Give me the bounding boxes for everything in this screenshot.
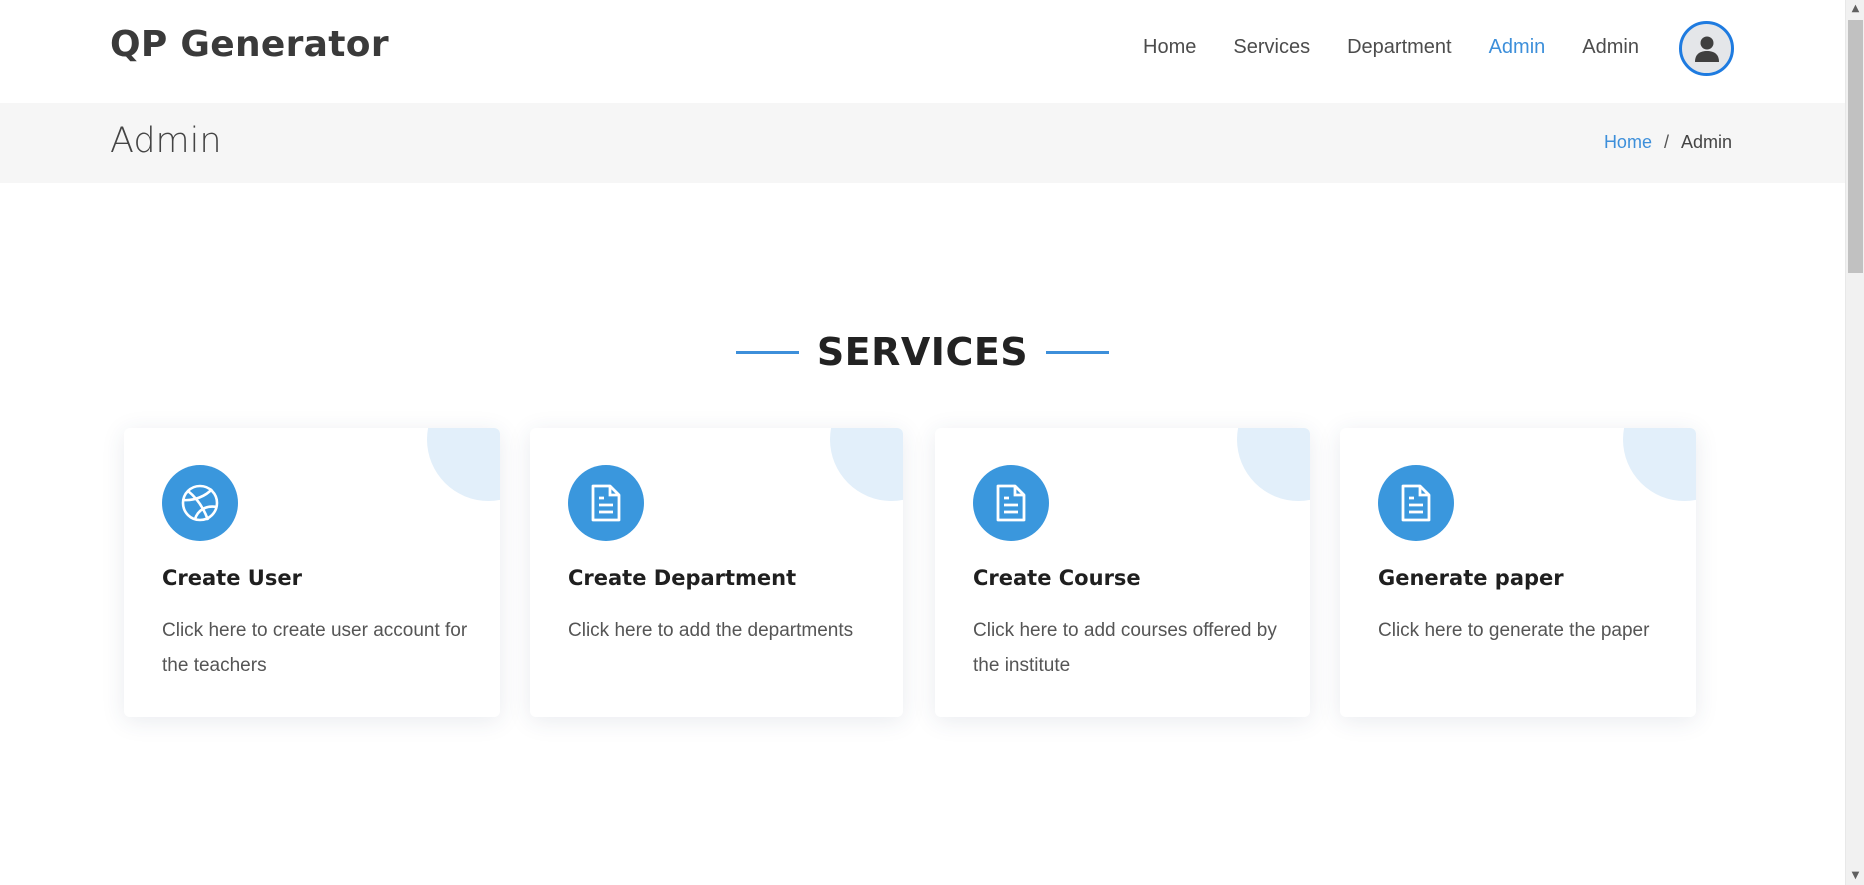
card-corner-decoration <box>1237 428 1310 501</box>
scroll-up-arrow-icon[interactable]: ▲ <box>1846 0 1864 18</box>
heading-line-left <box>735 350 799 354</box>
breadcrumb: Home / Admin <box>1604 132 1732 153</box>
page-scrollbar[interactable]: ▲ ▼ <box>1845 0 1864 885</box>
scrollbar-thumb[interactable] <box>1848 20 1863 273</box>
heading-line-right <box>1046 350 1110 354</box>
main-nav: Home Services Department Admin Admin <box>1106 36 1639 59</box>
document-icon <box>591 484 621 522</box>
breadcrumb-separator: / <box>1663 132 1669 152</box>
nav-admin-active[interactable]: Admin <box>1489 36 1546 59</box>
card-description: Click here to add the departments <box>568 620 854 641</box>
page-title-bar: Admin Home / Admin <box>0 103 1845 183</box>
card-description: Click here to add courses offered by the… <box>973 620 1277 676</box>
document-icon <box>996 484 1026 522</box>
breadcrumb-home-link[interactable]: Home <box>1604 132 1652 152</box>
nav-home[interactable]: Home <box>1143 36 1196 59</box>
service-card-create-user[interactable]: Create User Click here to create user ac… <box>124 428 500 717</box>
service-card-generate-paper[interactable]: Generate paper Click here to generate th… <box>1340 428 1696 717</box>
card-icon-circle <box>162 465 238 541</box>
nav-services[interactable]: Services <box>1233 36 1310 59</box>
user-avatar-button[interactable] <box>1679 21 1734 76</box>
document-icon <box>1401 484 1431 522</box>
nav-department[interactable]: Department <box>1347 36 1452 59</box>
card-icon-circle <box>973 465 1049 541</box>
card-icon-circle <box>568 465 644 541</box>
services-heading: SERVICES <box>0 330 1845 374</box>
card-description: Click here to generate the paper <box>1378 620 1650 641</box>
scroll-down-arrow-icon[interactable]: ▼ <box>1846 867 1864 885</box>
site-logo[interactable]: QP Generator <box>110 24 389 65</box>
user-icon <box>1694 36 1719 62</box>
service-card-create-course[interactable]: Create Course Click here to add courses … <box>935 428 1310 717</box>
card-title: Generate paper <box>1378 566 1564 590</box>
page-title: Admin <box>110 121 222 161</box>
card-title: Create Course <box>973 566 1141 590</box>
services-title: SERVICES <box>816 330 1029 374</box>
card-corner-decoration <box>830 428 903 501</box>
card-title: Create Department <box>568 566 797 590</box>
nav-admin[interactable]: Admin <box>1582 36 1639 59</box>
header: QP Generator Home Services Department Ad… <box>0 0 1845 103</box>
card-corner-decoration <box>1623 428 1696 501</box>
dribbble-icon <box>181 484 219 522</box>
card-corner-decoration <box>427 428 500 501</box>
breadcrumb-current: Admin <box>1680 132 1732 152</box>
card-description: Click here to create user account for th… <box>162 620 468 676</box>
card-icon-circle <box>1378 465 1454 541</box>
card-title: Create User <box>162 566 302 590</box>
service-card-create-department[interactable]: Create Department Click here to add the … <box>530 428 903 717</box>
